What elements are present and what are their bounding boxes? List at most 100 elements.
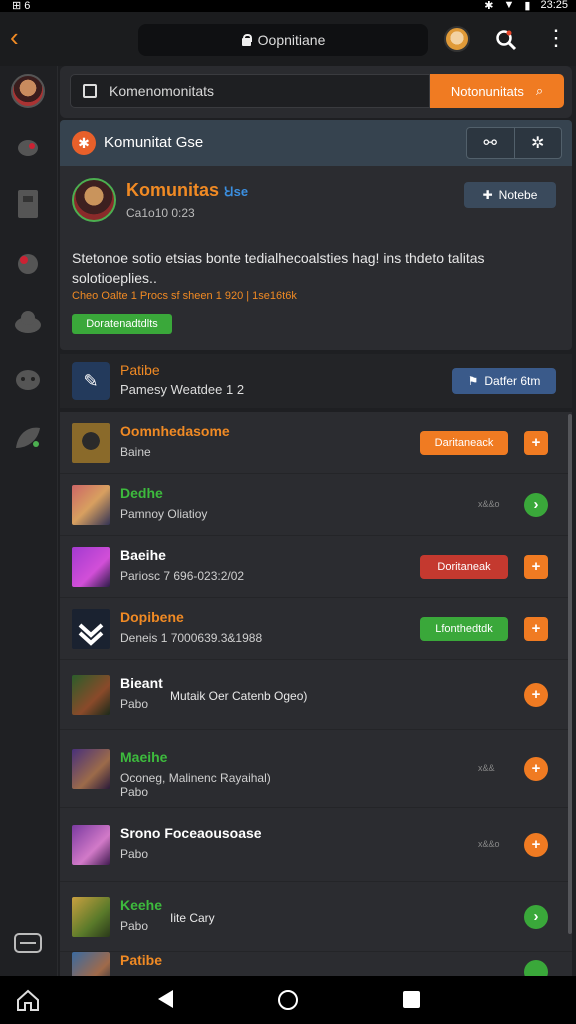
row-detail: Mutaik Oer Catenb Ogeo) <box>170 689 308 703</box>
row-meta: x&&o <box>478 839 500 849</box>
checkbox[interactable] <box>83 84 97 98</box>
row-meta: x&& <box>478 763 495 773</box>
pinned-button-label: Datfer 6tm <box>484 374 541 388</box>
keyboard-icon[interactable] <box>12 928 44 960</box>
community-card: ✱ Komunitat Gse ⚯ ✲ Komunitas Ꞟse Ca1o10… <box>60 120 572 350</box>
list-item[interactable]: Dedhe Pamnoy Oliatioy x&&o › <box>60 474 572 536</box>
list-item[interactable]: Oomnhedasome Baine Daritaneack + <box>60 412 572 474</box>
settings-icon[interactable]: ✲ <box>515 128 562 158</box>
pinned-subtitle: Pamesy Weatdee 1 2 <box>120 382 245 397</box>
add-button[interactable]: + <box>524 555 548 579</box>
list-item[interactable]: Bieant Pabo Mutaik Oer Catenb Ogeo) + <box>60 660 572 730</box>
search-button[interactable]: Notonunitats ⌕ <box>430 74 564 108</box>
scrollbar[interactable] <box>568 414 572 934</box>
plus-icon: ✚ <box>482 188 493 202</box>
row-badge[interactable]: Doritaneak <box>420 555 508 579</box>
list-item[interactable]: Baeihe Pariosc 7 696-023:2/02 Doritaneak + <box>60 536 572 598</box>
community-tag: Ꞟse <box>224 184 249 199</box>
back-arrow-icon[interactable]: ‹ <box>10 24 36 50</box>
status-right: ✱ ▼ ▮ 23:25 <box>484 0 568 12</box>
row-thumbnail <box>72 897 110 937</box>
row-title: Keehe <box>120 897 163 913</box>
row-thumbnail <box>72 749 110 789</box>
row-thumbnail <box>72 423 110 463</box>
battery-icon: ▮ <box>524 0 531 12</box>
search-button-label: Notonunitats <box>450 83 524 99</box>
flag-icon: ⚑ <box>467 374 479 388</box>
gear-icon[interactable] <box>12 248 44 280</box>
system-navbar <box>0 976 576 1024</box>
row-title: Bieant <box>120 675 163 691</box>
list-item[interactable]: Keehe Pabo Iite Cary › <box>60 882 572 952</box>
row-thumbnail <box>72 485 110 525</box>
row-title: Patibe <box>120 952 163 968</box>
open-button[interactable]: › <box>524 493 548 517</box>
community-avatar[interactable] <box>72 178 116 222</box>
home-icon[interactable] <box>14 986 42 1014</box>
member-list: Oomnhedasome Baine Daritaneack + Dedhe Pamnoy… <box>60 412 572 976</box>
nav-recents-icon[interactable] <box>403 991 420 1008</box>
left-rail <box>0 66 58 976</box>
status-badge[interactable]: Doratenadtdlts <box>72 314 172 334</box>
search-icon: ⌕ <box>535 83 544 98</box>
status-time: 23:25 <box>540 0 568 11</box>
add-button[interactable]: + <box>524 683 548 707</box>
community-name-text: Komunitas <box>126 180 220 200</box>
row-subtitle: Pariosc 7 696-023:2/02 <box>120 569 245 583</box>
url-text: Oopnitiane <box>257 32 326 48</box>
add-button[interactable]: + <box>524 617 548 641</box>
pinned-row[interactable]: ✎ Patibe Pamesy Weatdee 1 2 ⚑ Datfer 6tm <box>60 354 572 408</box>
community-meta: Cheo Oalte 1 Procs sf sheen 1 920 | 1se1… <box>72 290 297 302</box>
browser-topbar: ‹ Oopnitiane ⋮ <box>0 12 576 66</box>
alarm-icon: ✱ <box>484 0 494 12</box>
row-badge[interactable]: Daritaneack <box>420 431 508 455</box>
url-bar[interactable]: Oopnitiane <box>138 24 428 56</box>
status-left: ⊞ 6 <box>12 0 31 12</box>
bug-icon[interactable] <box>12 132 44 164</box>
row-subtitle: Oconeg, Malinenc Rayaihal) <box>120 771 271 785</box>
add-button[interactable]: + <box>524 431 548 455</box>
row-title: Dedhe <box>120 485 163 501</box>
search-row: Komenomonitats Notonunitats ⌕ <box>60 66 572 118</box>
row-detail: Iite Cary <box>170 911 215 925</box>
follow-label: Notebe <box>498 188 538 202</box>
nav-back-icon[interactable] <box>158 990 173 1008</box>
avatar[interactable] <box>444 26 470 52</box>
row-subtitle: Pabo <box>120 847 149 861</box>
row-badge[interactable]: Lfonthedtdk <box>420 617 508 641</box>
row-subtitle: Pabo <box>120 919 149 933</box>
row-title: Maeihe <box>120 749 168 765</box>
list-item[interactable]: Maeihe Oconeg, Malinenc Rayaihal) Pabo x&& + <box>60 730 572 808</box>
community-header-title: Komunitat Gse <box>104 134 204 151</box>
row-title: Oomnhedasome <box>120 423 230 439</box>
search-placeholder: Komenomonitats <box>109 83 215 99</box>
search-icon[interactable] <box>494 28 518 52</box>
row-title: Srono Foceaousoase <box>120 825 262 841</box>
community-name: Komunitas Ꞟse <box>126 180 248 201</box>
list-item[interactable]: Srono Foceaousoase Pabo x&&o + <box>60 808 572 882</box>
add-button[interactable]: + <box>524 833 548 857</box>
leaf-icon[interactable] <box>12 422 44 454</box>
open-button[interactable]: › <box>524 905 548 929</box>
pinned-button[interactable]: ⚑ Datfer 6tm <box>452 368 556 394</box>
status-bar: ⊞ 6 ✱ ▼ ▮ 23:25 <box>0 0 576 12</box>
more-menu-icon[interactable]: ⋮ <box>545 27 567 52</box>
community-description: Stetonoe sotio etsias bonte tedialhecoal… <box>72 250 485 286</box>
row-thumbnail <box>72 952 110 976</box>
lock-icon <box>241 34 252 46</box>
pinned-title: Patibe <box>120 362 160 378</box>
link-icon[interactable]: ⚯ <box>467 128 515 158</box>
chat-icon[interactable] <box>12 364 44 396</box>
list-item[interactable]: Patibe <box>60 952 572 976</box>
cloud-icon[interactable] <box>12 306 44 338</box>
open-button[interactable] <box>524 960 548 976</box>
add-button[interactable]: + <box>524 757 548 781</box>
rail-avatar[interactable] <box>11 74 45 108</box>
list-item[interactable]: Dopibene Deneis 1 7000639.3&1988 Lfonthedt… <box>60 598 572 660</box>
search-input[interactable]: Komenomonitats <box>70 74 430 108</box>
nav-home-icon[interactable] <box>278 990 298 1010</box>
pin-icon: ✎ <box>72 362 110 400</box>
follow-button[interactable]: ✚ Notebe <box>464 182 556 208</box>
row-title: Baeihe <box>120 547 166 563</box>
document-icon[interactable] <box>12 188 44 220</box>
